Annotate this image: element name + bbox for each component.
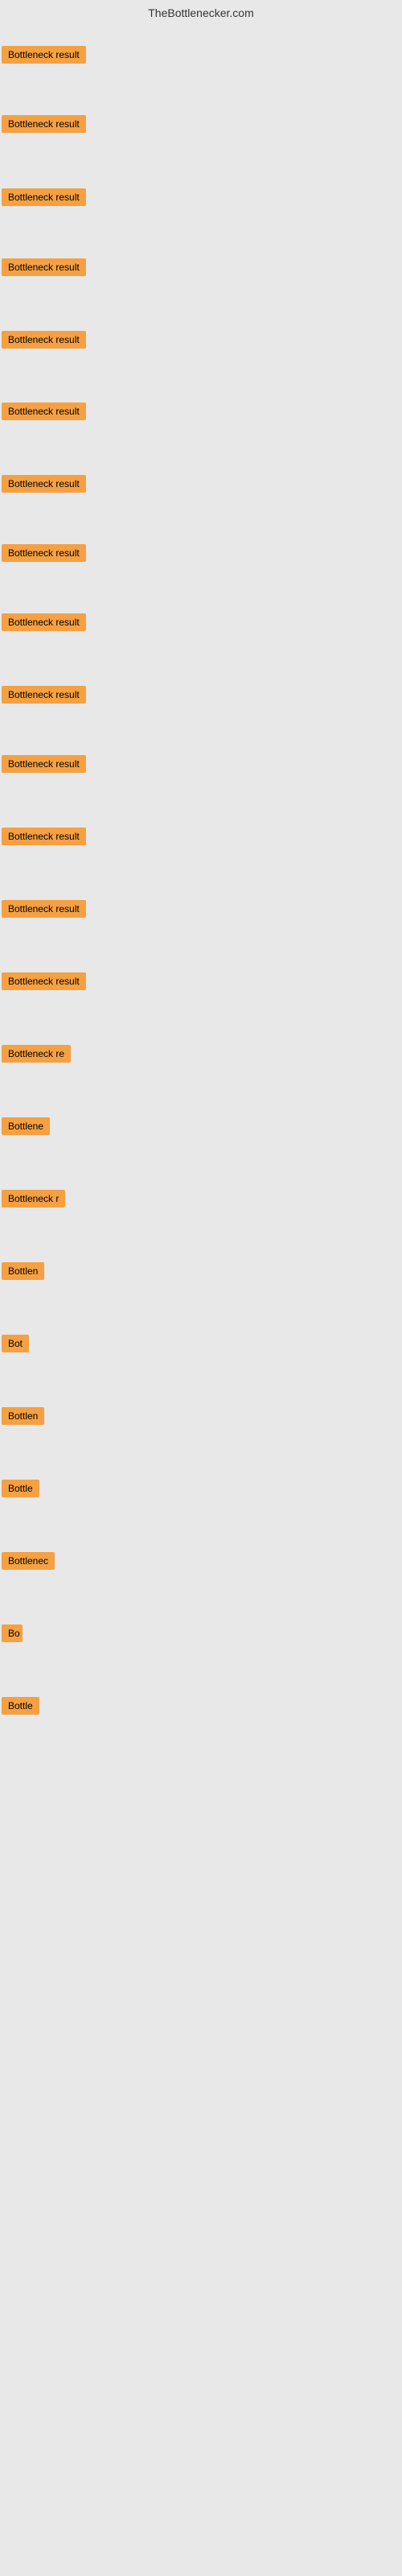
bottleneck-badge: Bo (2, 1624, 23, 1642)
bottleneck-item[interactable]: Bottle (2, 1697, 39, 1719)
bottleneck-item[interactable]: Bottlen (2, 1262, 44, 1284)
bottleneck-badge: Bottleneck result (2, 258, 86, 276)
bottleneck-item[interactable]: Bottleneck result (2, 475, 86, 497)
bottleneck-item[interactable]: Bot (2, 1335, 29, 1356)
bottleneck-badge: Bottleneck result (2, 972, 86, 990)
bottleneck-item[interactable]: Bottleneck result (2, 46, 86, 68)
bottleneck-item[interactable]: Bottleneck result (2, 331, 86, 353)
bottleneck-item[interactable]: Bottleneck result (2, 188, 86, 210)
bottleneck-badge: Bottleneck result (2, 613, 86, 631)
bottleneck-item[interactable]: Bottleneck result (2, 900, 86, 922)
bottleneck-badge: Bottleneck result (2, 188, 86, 206)
bottleneck-badge: Bottle (2, 1480, 39, 1497)
bottleneck-item[interactable]: Bottle (2, 1480, 39, 1501)
bottleneck-item[interactable]: Bottleneck result (2, 613, 86, 635)
bottleneck-badge: Bottleneck result (2, 686, 86, 704)
bottleneck-badge: Bottleneck result (2, 828, 86, 845)
bottleneck-badge: Bottleneck result (2, 402, 86, 420)
bottleneck-item[interactable]: Bo (2, 1624, 23, 1646)
bottleneck-badge: Bottlen (2, 1407, 44, 1425)
bottleneck-badge: Bottleneck result (2, 900, 86, 918)
bottleneck-badge: Bottleneck result (2, 115, 86, 133)
bottleneck-badge: Bottlen (2, 1262, 44, 1280)
bottleneck-badge: Bottleneck result (2, 475, 86, 493)
bottleneck-badge: Bottle (2, 1697, 39, 1715)
bottleneck-badge: Bottlene (2, 1117, 50, 1135)
bottleneck-item[interactable]: Bottleneck result (2, 686, 86, 708)
bottleneck-item[interactable]: Bottleneck result (2, 544, 86, 566)
bottleneck-item[interactable]: Bottleneck result (2, 115, 86, 137)
bottleneck-item[interactable]: Bottleneck result (2, 402, 86, 424)
bottleneck-item[interactable]: Bottlen (2, 1407, 44, 1429)
bottleneck-badge: Bottleneck result (2, 755, 86, 773)
bottleneck-item[interactable]: Bottleneck r (2, 1190, 65, 1212)
bottleneck-item[interactable]: Bottleneck re (2, 1045, 71, 1067)
bottleneck-badge: Bot (2, 1335, 29, 1352)
bottleneck-item[interactable]: Bottleneck result (2, 828, 86, 849)
page-container: TheBottlenecker.com Bottleneck result Bot… (0, 0, 402, 2576)
bottleneck-badge: Bottleneck result (2, 544, 86, 562)
bottleneck-item[interactable]: Bottleneck result (2, 258, 86, 280)
bottleneck-item[interactable]: Bottlenec (2, 1552, 55, 1574)
bottleneck-badge: Bottleneck re (2, 1045, 71, 1063)
bottleneck-badge: Bottleneck result (2, 331, 86, 349)
bottleneck-badge: Bottleneck r (2, 1190, 65, 1208)
bottleneck-item[interactable]: Bottleneck result (2, 755, 86, 777)
bottleneck-item[interactable]: Bottlene (2, 1117, 50, 1139)
bottleneck-badge: Bottlenec (2, 1552, 55, 1570)
bottleneck-item[interactable]: Bottleneck result (2, 972, 86, 994)
bottleneck-badge: Bottleneck result (2, 46, 86, 64)
site-title: TheBottlenecker.com (0, 0, 402, 23)
